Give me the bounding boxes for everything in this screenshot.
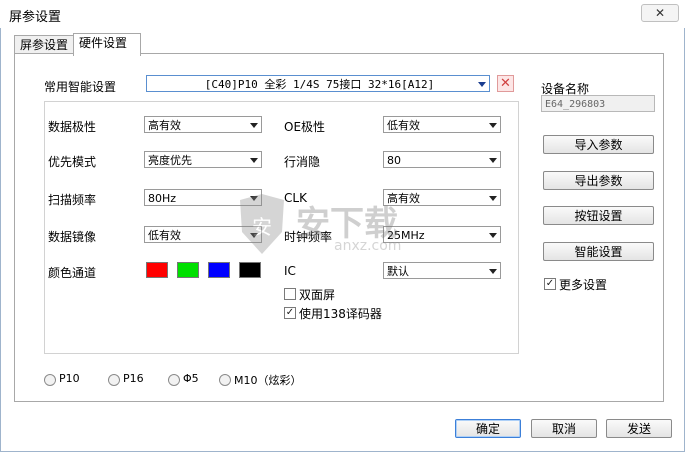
line-blanking-label: 行消隐 <box>284 155 321 169</box>
line-blanking-select[interactable]: 80 <box>383 151 501 168</box>
radio-p16-label: P16 <box>123 372 144 385</box>
oe-polarity-select[interactable]: 低有效 <box>383 116 501 133</box>
chevron-down-icon <box>489 158 497 163</box>
data-polarity-value: 高有效 <box>148 119 181 132</box>
chevron-down-icon <box>489 123 497 128</box>
chevron-down-icon <box>250 123 258 128</box>
watermark-sub: anxz.com <box>334 238 402 254</box>
chevron-down-icon <box>489 233 497 238</box>
chevron-down-icon <box>489 196 497 201</box>
radio-p10-label: P10 <box>59 372 80 385</box>
color-swatch-red[interactable] <box>146 262 168 278</box>
ic-value: 默认 <box>387 265 409 278</box>
scan-frequency-label: 扫描频率 <box>48 193 97 207</box>
data-polarity-select[interactable]: 高有效 <box>144 116 262 133</box>
common-setting-value: [C40]P10 全彩 1/4S 75接口 32*16[A12] <box>204 78 435 91</box>
send-button[interactable]: 发送 <box>606 419 672 438</box>
chevron-down-icon <box>489 269 497 274</box>
more-settings-checkbox[interactable]: ✓ <box>544 278 556 290</box>
title-bar: 屏参设置 ✕ <box>0 0 685 28</box>
color-swatch-blue[interactable] <box>208 262 230 278</box>
watermark-logo: 安 安下载 anxz.com <box>234 192 464 258</box>
smart-settings-button[interactable]: 智能设置 <box>543 242 654 261</box>
radio-p16[interactable] <box>108 374 120 386</box>
color-channel-label: 颜色通道 <box>48 266 97 280</box>
color-swatch-black[interactable] <box>239 262 261 278</box>
delete-setting-button[interactable]: ✕ <box>497 75 514 92</box>
radio-m10-label: M10（炫彩） <box>234 374 302 387</box>
decoder-138-checkbox[interactable]: ✓ <box>284 307 296 319</box>
import-params-button[interactable]: 导入参数 <box>543 135 654 154</box>
common-setting-select[interactable]: [C40]P10 全彩 1/4S 75接口 32*16[A12] <box>146 75 490 92</box>
chevron-down-icon <box>250 158 258 163</box>
color-swatch-green[interactable] <box>177 262 199 278</box>
radio-phi5[interactable] <box>168 374 180 386</box>
ok-button[interactable]: 确定 <box>455 419 521 438</box>
priority-mode-value: 亮度优先 <box>148 154 192 167</box>
priority-mode-select[interactable]: 亮度优先 <box>144 151 262 168</box>
chevron-down-icon <box>478 82 486 87</box>
radio-phi5-label: Φ5 <box>183 372 199 385</box>
export-params-button[interactable]: 导出参数 <box>543 171 654 190</box>
common-setting-label: 常用智能设置 <box>44 80 117 94</box>
data-mirror-value: 低有效 <box>148 229 181 242</box>
tab-screen-params[interactable]: 屏参设置 <box>14 35 76 55</box>
device-name-field: E64_296803 <box>541 95 655 112</box>
data-polarity-label: 数据极性 <box>48 120 97 134</box>
cancel-button[interactable]: 取消 <box>531 419 597 438</box>
ic-label: IC <box>284 264 296 278</box>
oe-polarity-label: OE极性 <box>284 120 326 134</box>
radio-p10[interactable] <box>44 374 56 386</box>
double-side-label: 双面屏 <box>299 288 336 302</box>
line-blanking-value: 80 <box>387 154 401 167</box>
scan-frequency-value: 80Hz <box>148 192 177 205</box>
radio-m10[interactable] <box>219 374 231 386</box>
button-settings-button[interactable]: 按钮设置 <box>543 206 654 225</box>
decoder-138-label: 使用138译码器 <box>299 307 382 321</box>
close-button[interactable]: ✕ <box>641 4 679 22</box>
ic-select[interactable]: 默认 <box>383 262 501 279</box>
oe-polarity-value: 低有效 <box>387 119 420 132</box>
priority-mode-label: 优先模式 <box>48 155 97 169</box>
double-side-checkbox[interactable] <box>284 288 296 300</box>
window-title: 屏参设置 <box>9 10 62 25</box>
svg-text:安: 安 <box>252 215 272 239</box>
more-settings-label: 更多设置 <box>559 278 608 292</box>
tab-hardware-settings[interactable]: 硬件设置 <box>73 33 141 56</box>
data-mirror-label: 数据镜像 <box>48 230 97 244</box>
